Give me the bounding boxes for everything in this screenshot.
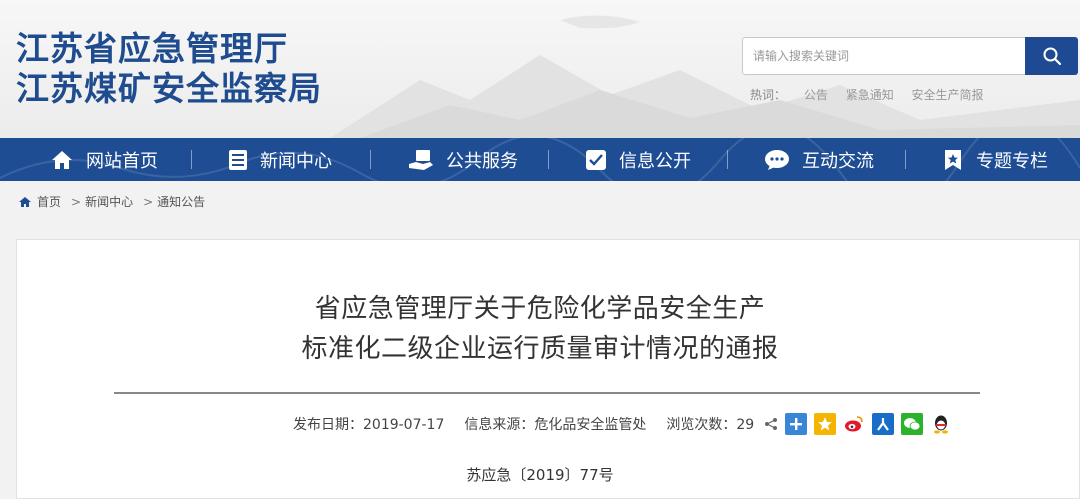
home-icon — [19, 196, 31, 207]
plus-share-icon[interactable] — [785, 413, 808, 435]
nav-divider — [191, 150, 192, 169]
breadcrumb-news[interactable]: 新闻中心 — [85, 193, 133, 210]
share-bar — [764, 413, 953, 435]
search-box — [742, 37, 1033, 75]
hot-word-link[interactable]: 紧急通知 — [846, 88, 894, 102]
hot-word-link[interactable]: 安全生产简报 — [912, 88, 984, 102]
nav-item-label: 公共服务 — [446, 150, 518, 172]
weibo-icon[interactable] — [843, 413, 866, 435]
qzone-icon[interactable] — [814, 413, 837, 435]
breadcrumb-home[interactable]: 首页 — [37, 193, 61, 210]
info-source: 信息来源：危化品安全监管处 — [464, 417, 647, 433]
nav-item-label: 网站首页 — [86, 150, 158, 172]
breadcrumb-separator: > — [143, 194, 154, 209]
title-divider — [114, 392, 980, 394]
nav-divider — [727, 150, 728, 169]
renren-icon[interactable] — [872, 413, 895, 435]
view-count: 浏览次数：29 — [666, 417, 755, 433]
article-title-line1: 省应急管理厅关于危险化学品安全生产 — [314, 294, 766, 324]
nav-item-service[interactable]: 公共服务 — [408, 138, 518, 181]
nav-item-special[interactable]: 专题专栏 — [942, 138, 1048, 181]
breadcrumb-separator: > — [71, 194, 82, 209]
nav-item-news[interactable]: 新闻中心 — [228, 138, 332, 181]
nav-item-label: 互动交流 — [802, 150, 874, 172]
nav-item-label: 信息公开 — [619, 150, 691, 172]
nav-item-label: 专题专栏 — [976, 150, 1048, 172]
service-icon — [408, 149, 434, 171]
news-icon — [228, 149, 248, 171]
chat-icon — [764, 149, 790, 171]
org-name-line2[interactable]: 江苏煤矿安全监察局 — [16, 62, 322, 110]
home-icon — [50, 149, 74, 171]
breadcrumb: 首页 > 新闻中心 > 通知公告 — [18, 193, 205, 210]
nav-item-label: 新闻中心 — [260, 150, 332, 172]
hot-words: 热词： 公告 紧急通知 安全生产简报 — [750, 86, 998, 103]
article-title-line2: 标准化二级企业运行质量审计情况的通报 — [301, 334, 779, 364]
nav-item-home[interactable]: 网站首页 — [50, 138, 158, 181]
wechat-icon[interactable] — [901, 413, 924, 435]
nav-divider — [370, 150, 371, 169]
article-card — [16, 239, 1080, 499]
info-icon — [585, 149, 607, 171]
search-icon — [1043, 47, 1061, 66]
nav-background-pattern — [0, 138, 1080, 181]
nav-item-info[interactable]: 信息公开 — [585, 138, 691, 181]
nav-divider — [905, 150, 906, 169]
search-button[interactable] — [1025, 37, 1078, 75]
qq-icon[interactable] — [930, 413, 953, 435]
bookmark-icon — [942, 149, 964, 171]
share-icon — [764, 413, 778, 435]
breadcrumb-notices[interactable]: 通知公告 — [157, 193, 205, 210]
nav-item-interaction[interactable]: 互动交流 — [764, 138, 874, 181]
publish-date: 发布日期：2019-07-17 — [293, 417, 445, 433]
hot-word-link[interactable]: 公告 — [804, 88, 828, 102]
article-meta: 发布日期：2019-07-17 信息来源：危化品安全监管处 浏览次数：29 — [293, 413, 953, 435]
nav-divider — [548, 150, 549, 169]
document-number: 苏应急〔2019〕77号 — [466, 466, 614, 484]
hot-words-label: 热词： — [750, 88, 787, 102]
search-input[interactable] — [743, 38, 1033, 74]
main-nav: 网站首页 新闻中心 公共服务 信息公开 互动交流 专题专栏 — [0, 138, 1080, 181]
